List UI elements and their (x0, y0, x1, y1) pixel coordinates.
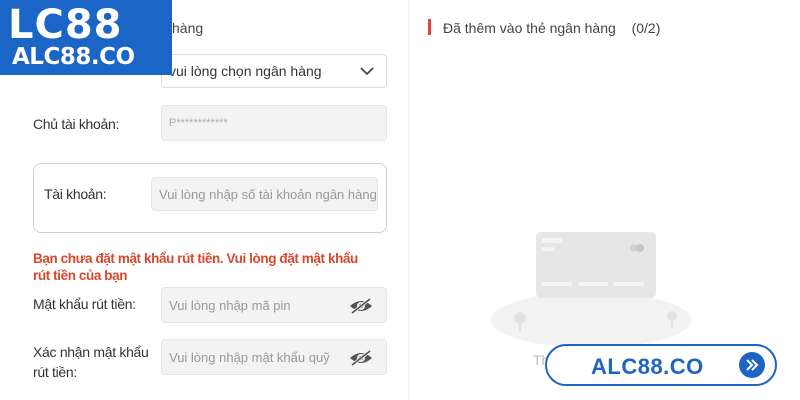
account-holder-value: P************ (169, 117, 228, 129)
double-chevron-right-icon (739, 352, 765, 378)
confirm-label: Xác nhận mật khẩu rút tiền: (33, 342, 149, 382)
withdraw-password-warning: Bạn chưa đặt mật khẩu rút tiền. Vui lòng… (33, 251, 358, 283)
logo-main-text: LC88 (8, 2, 123, 48)
account-holder-field: P************ (161, 105, 387, 141)
confirm-label-line1: Xác nhận mật khẩu (33, 344, 149, 360)
brand-watermark-pill: ALC88.CO (545, 344, 777, 386)
chevron-down-icon (360, 67, 374, 76)
pin-placeholder: Vui lòng nhập mã pin (169, 297, 291, 313)
bank-select-value: vui lòng chọn ngân hàng (169, 63, 322, 79)
account-number-input[interactable]: Vui lòng nhập số tài khoản ngân hàng (151, 177, 378, 211)
confirm-pin-input[interactable]: Vui lòng nhập mật khẩu quỹ (161, 339, 387, 375)
confirm-pin-placeholder: Vui lòng nhập mật khẩu quỹ (169, 349, 330, 365)
pin-label: Mật khẩu rút tiền: (33, 296, 136, 312)
account-number-placeholder: Vui lòng nhập số tài khoản ngân hàng (159, 186, 377, 202)
logo-sub-text: ALC88.CO (12, 44, 135, 70)
bank-select[interactable]: vui lòng chọn ngân hàng (161, 54, 387, 88)
section-accent-bar (428, 19, 431, 35)
account-label: Tài khoản: (44, 186, 107, 202)
pin-input[interactable]: Vui lòng nhập mã pin (161, 287, 387, 323)
cards-panel-title: Đã thêm vào thẻ ngân hàng (0/2) (443, 20, 660, 36)
bank-section-title: hàng (172, 20, 204, 36)
brand-logo: LC88 ALC88.CO (0, 0, 172, 75)
eye-slash-icon[interactable] (348, 297, 374, 315)
cards-panel-title-text: Đã thêm vào thẻ ngân hàng (443, 20, 616, 36)
account-holder-label: Chủ tài khoản: (33, 116, 120, 132)
eye-slash-icon[interactable] (348, 349, 374, 367)
bank-cards-panel: Đã thêm vào thẻ ngân hàng (0/2) Th (410, 0, 800, 400)
cards-count: (0/2) (631, 20, 661, 36)
credit-card-icon (491, 232, 691, 348)
account-number-group: Tài khoản: Vui lòng nhập số tài khoản ng… (33, 163, 387, 233)
confirm-label-line2: rút tiền: (33, 364, 77, 380)
watermark-text: ALC88.CO (591, 354, 704, 379)
